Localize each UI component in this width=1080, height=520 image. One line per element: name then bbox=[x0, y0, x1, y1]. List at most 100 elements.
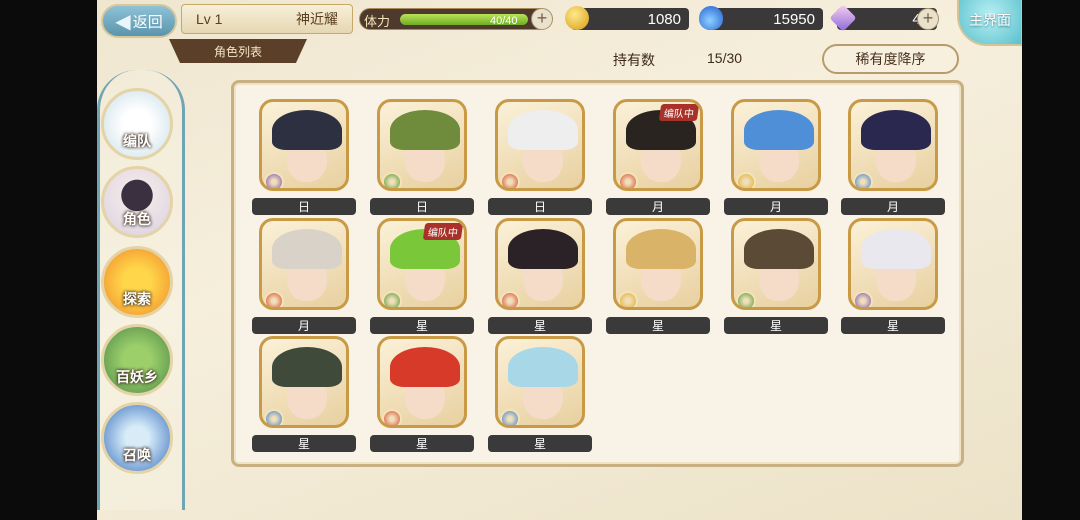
red-element-icon bbox=[618, 172, 638, 188]
left-letterbox bbox=[0, 0, 97, 520]
nav-explore-label: 探索 bbox=[123, 291, 151, 307]
home-button-label: 主界面 bbox=[969, 12, 1011, 28]
green-element-icon bbox=[736, 291, 756, 307]
character-portrait bbox=[613, 218, 703, 310]
player-info-plate: Lv 1 神近耀 bbox=[181, 4, 353, 34]
blue-flame-icon bbox=[699, 6, 723, 30]
soul-fire-counter: 15950 bbox=[699, 6, 823, 30]
blue-element-icon bbox=[853, 172, 873, 188]
sort-rarity-button[interactable]: 稀有度降序 bbox=[822, 44, 959, 74]
character-card[interactable]: 月 bbox=[841, 99, 945, 215]
green-element-icon bbox=[382, 291, 402, 307]
blue-element-icon bbox=[500, 409, 520, 425]
character-name: 星 bbox=[488, 435, 592, 452]
stamina-label: 体力 bbox=[364, 14, 391, 29]
character-hair bbox=[272, 347, 342, 387]
character-name: 月 bbox=[841, 198, 945, 215]
home-button[interactable]: 主界面 bbox=[957, 0, 1022, 46]
character-name: 月 bbox=[606, 198, 710, 215]
character-name: 星 bbox=[370, 317, 474, 334]
owned-count: 15/30 bbox=[707, 50, 743, 66]
red-element-icon bbox=[264, 291, 284, 307]
back-button[interactable]: ◀ 返回 bbox=[101, 4, 177, 38]
nav-team-button[interactable]: 编队 bbox=[101, 88, 173, 160]
character-name: 月 bbox=[724, 198, 828, 215]
nav-village-label: 百妖乡 bbox=[116, 369, 158, 385]
game-screen: ◀ 返回 Lv 1 神近耀 角色列表 体力 40/40 + 1080 15950… bbox=[97, 0, 1022, 520]
character-hair bbox=[272, 110, 342, 150]
yellow-element-icon bbox=[736, 172, 756, 188]
character-hair bbox=[508, 229, 578, 269]
character-hair bbox=[626, 229, 696, 269]
character-name: 日 bbox=[488, 198, 592, 215]
character-card[interactable]: 编队中星 bbox=[370, 218, 474, 334]
character-portrait bbox=[259, 218, 349, 310]
character-name: 星 bbox=[370, 435, 474, 452]
character-card[interactable]: 星 bbox=[252, 336, 356, 452]
character-card[interactable]: 日 bbox=[488, 99, 592, 215]
character-name: 星 bbox=[606, 317, 710, 334]
stamina-value: 40/40 bbox=[490, 15, 518, 27]
character-name: 月 bbox=[252, 317, 356, 334]
sort-button-label: 稀有度降序 bbox=[855, 51, 926, 67]
purple-element-icon bbox=[853, 291, 873, 307]
right-letterbox bbox=[1022, 0, 1080, 520]
character-name: 星 bbox=[841, 317, 945, 334]
character-hair bbox=[744, 229, 814, 269]
character-card[interactable]: 星 bbox=[370, 336, 474, 452]
nav-character-button[interactable]: 角色 bbox=[101, 166, 173, 238]
character-card[interactable]: 月 bbox=[724, 99, 828, 215]
character-portrait bbox=[259, 336, 349, 428]
character-name: 星 bbox=[488, 317, 592, 334]
character-hair bbox=[861, 110, 931, 150]
character-grid: 日日日编队中月月月月编队中星星星星星星星星 bbox=[231, 80, 964, 467]
page-title: 角色列表 bbox=[169, 39, 307, 63]
character-card[interactable]: 星 bbox=[841, 218, 945, 334]
nav-summon-label: 召唤 bbox=[123, 447, 151, 463]
stamina-bar: 体力 40/40 bbox=[359, 8, 551, 30]
owned-label: 持有数 bbox=[613, 52, 655, 68]
player-level: Lv 1 bbox=[196, 11, 223, 27]
character-hair bbox=[390, 110, 460, 150]
character-card[interactable]: 日 bbox=[370, 99, 474, 215]
character-portrait bbox=[731, 99, 821, 191]
add-crystal-button[interactable]: + bbox=[917, 8, 939, 30]
character-hair bbox=[508, 347, 578, 387]
back-button-label: 返回 bbox=[132, 13, 163, 31]
red-element-icon bbox=[382, 409, 402, 425]
red-element-icon bbox=[500, 172, 520, 188]
character-portrait bbox=[377, 99, 467, 191]
purple-element-icon bbox=[264, 172, 284, 188]
character-portrait bbox=[495, 336, 585, 428]
nav-character-label: 角色 bbox=[123, 211, 151, 227]
character-card[interactable]: 星 bbox=[488, 336, 592, 452]
character-hair bbox=[390, 347, 460, 387]
character-name: 日 bbox=[252, 198, 356, 215]
crystal-icon bbox=[829, 4, 857, 32]
soul-fire-value: 15950 bbox=[773, 10, 815, 28]
gold-value: 1080 bbox=[647, 10, 681, 28]
in-squad-badge: 编队中 bbox=[422, 223, 464, 240]
character-card[interactable]: 星 bbox=[606, 218, 710, 334]
blue-element-icon bbox=[264, 409, 284, 425]
nav-summon-button[interactable]: 召唤 bbox=[101, 402, 173, 474]
character-card[interactable]: 编队中月 bbox=[606, 99, 710, 215]
add-stamina-button[interactable]: + bbox=[531, 8, 553, 30]
character-portrait bbox=[848, 99, 938, 191]
character-card[interactable]: 星 bbox=[724, 218, 828, 334]
nav-explore-button[interactable]: 探索 bbox=[101, 246, 173, 318]
character-portrait bbox=[259, 99, 349, 191]
character-card[interactable]: 日 bbox=[252, 99, 356, 215]
nav-village-button[interactable]: 百妖乡 bbox=[101, 324, 173, 396]
character-portrait bbox=[848, 218, 938, 310]
gold-counter: 1080 bbox=[565, 6, 689, 30]
character-portrait bbox=[495, 99, 585, 191]
character-hair bbox=[508, 110, 578, 150]
character-hair bbox=[744, 110, 814, 150]
character-card[interactable]: 星 bbox=[488, 218, 592, 334]
player-name: 神近耀 bbox=[296, 11, 338, 27]
character-portrait: 编队中 bbox=[613, 99, 703, 191]
character-name: 星 bbox=[724, 317, 828, 334]
character-card[interactable]: 月 bbox=[252, 218, 356, 334]
character-portrait bbox=[495, 218, 585, 310]
